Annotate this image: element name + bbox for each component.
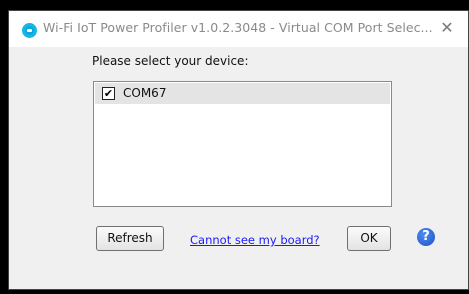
list-item[interactable]: ✔ COM67	[95, 83, 390, 104]
device-label: COM67	[123, 86, 167, 100]
title-bar[interactable]: Wi-Fi IoT Power Profiler v1.0.2.3048 - V…	[9, 11, 468, 47]
refresh-button[interactable]: Refresh	[96, 226, 164, 251]
help-icon[interactable]: ?	[417, 228, 435, 246]
app-icon	[22, 23, 37, 38]
device-prompt-label: Please select your device:	[92, 54, 249, 68]
close-icon[interactable]: ✕	[436, 17, 458, 39]
device-checkbox[interactable]: ✔	[102, 87, 115, 100]
ok-button[interactable]: OK	[347, 226, 391, 251]
device-list[interactable]: ✔ COM67	[93, 81, 392, 207]
cannot-see-board-link[interactable]: Cannot see my board?	[190, 233, 320, 247]
window-title: Wi-Fi IoT Power Profiler v1.0.2.3048 - V…	[43, 20, 433, 35]
dialog-window: Wi-Fi IoT Power Profiler v1.0.2.3048 - V…	[8, 10, 469, 290]
